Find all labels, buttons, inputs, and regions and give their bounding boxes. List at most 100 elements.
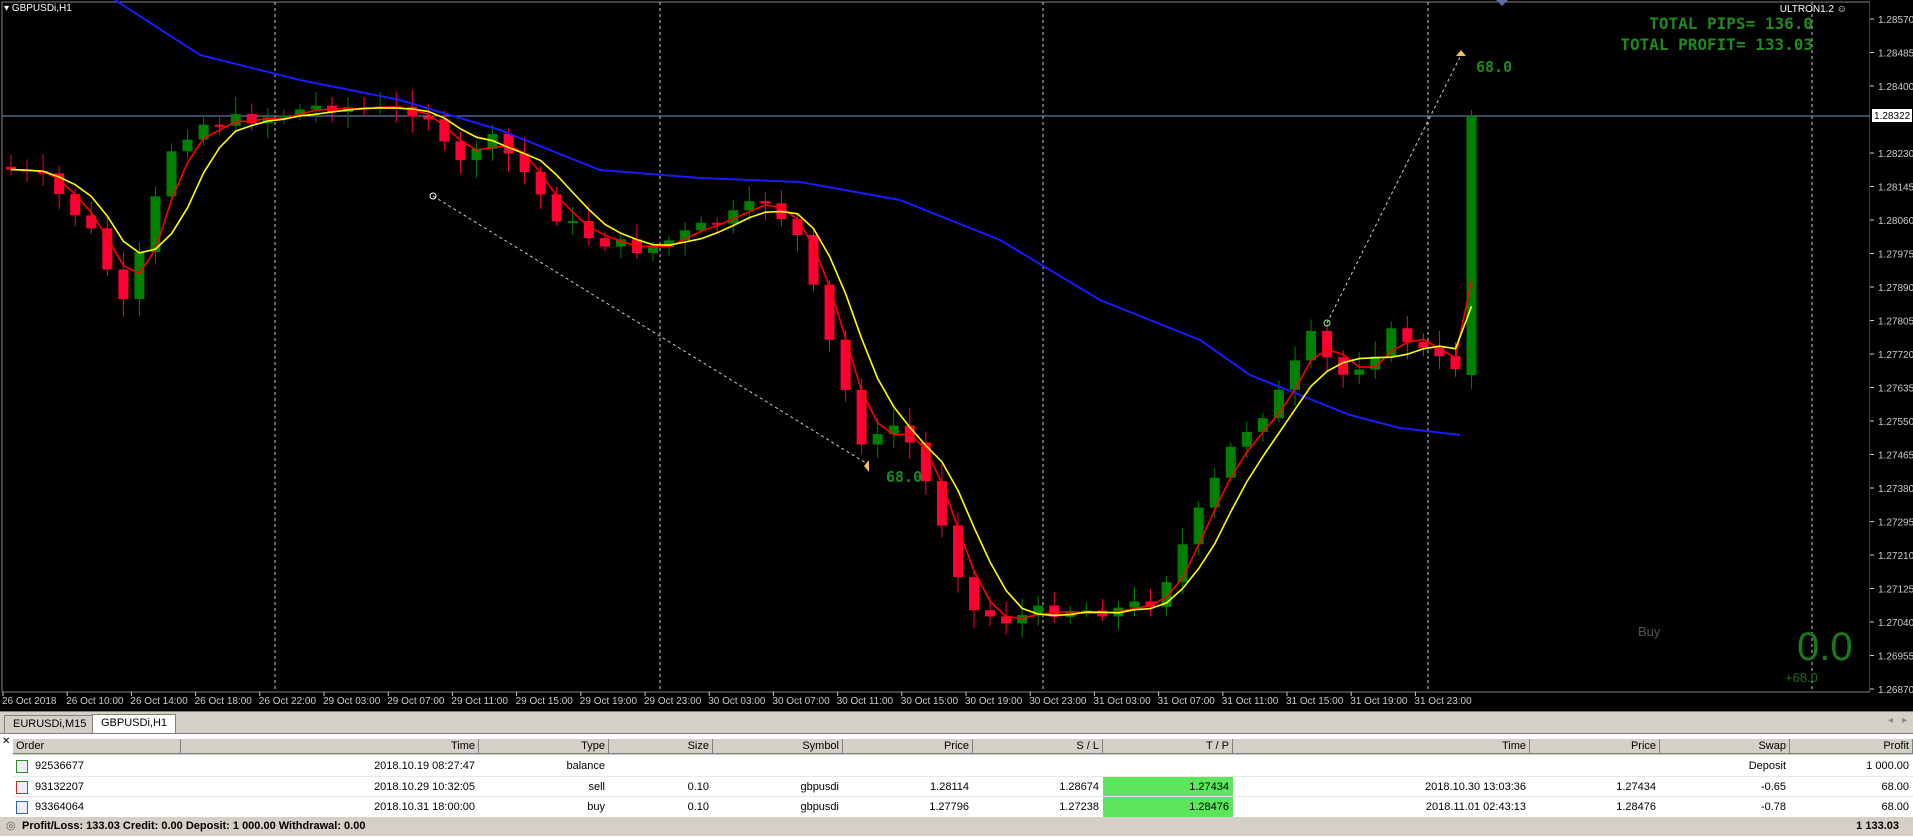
candle-body bbox=[1257, 418, 1268, 432]
tab-eurusd-m15[interactable]: EURUSDi,M15 bbox=[4, 715, 96, 733]
candle-body bbox=[760, 201, 771, 204]
tab-gbpusd-h1[interactable]: GBPUSDi,H1 bbox=[92, 714, 177, 734]
time-label: 31 Oct 03:00 bbox=[1093, 696, 1151, 707]
stop-loss: 1.27238 bbox=[1059, 801, 1099, 813]
close-time: 2018.11.01 02:43:13 bbox=[1425, 801, 1526, 813]
col-type[interactable]: Type bbox=[479, 739, 609, 754]
time-label: 26 Oct 22:00 bbox=[259, 696, 317, 707]
candle-body bbox=[1466, 116, 1477, 375]
small-value: +68.0 bbox=[1785, 670, 1818, 685]
big-value: 0.0 bbox=[1797, 625, 1853, 669]
time-label: 29 Oct 19:00 bbox=[580, 696, 638, 707]
open-time: 2018.10.19 08:27:47 bbox=[374, 760, 475, 772]
summary-text: Profit/Loss: 133.03 Credit: 0.00 Deposit… bbox=[22, 820, 366, 832]
open-price: 1.28114 bbox=[930, 781, 969, 793]
price-label: 1.27210 bbox=[1878, 551, 1913, 562]
buy-order-icon bbox=[16, 801, 28, 814]
table-row[interactable]: 93132207 2018.10.29 10:32:05 sell 0.10 g… bbox=[13, 776, 1913, 797]
terminal-summary: Profit/Loss: 133.03 Credit: 0.00 Deposit… bbox=[0, 817, 1913, 836]
moving-average-yellow bbox=[10, 107, 1473, 617]
candle-body bbox=[1241, 431, 1252, 447]
tab-scroll-right-icon[interactable]: ▸ bbox=[1902, 715, 1907, 726]
price-label: 1.27805 bbox=[1878, 317, 1913, 328]
moving-average-red bbox=[10, 106, 1473, 620]
candle-body bbox=[519, 153, 530, 173]
col-swap[interactable]: Swap bbox=[1660, 739, 1790, 754]
time-label: 30 Oct 15:00 bbox=[901, 696, 959, 707]
time-label: 29 Oct 15:00 bbox=[516, 696, 574, 707]
col-sl[interactable]: S / L bbox=[973, 739, 1103, 754]
col-price[interactable]: Price bbox=[843, 739, 973, 754]
price-label: 1.28400 bbox=[1878, 82, 1913, 93]
sell-order-icon bbox=[16, 781, 28, 794]
time-label: 30 Oct 19:00 bbox=[965, 696, 1023, 707]
current-price-label: 1.28322 bbox=[1874, 111, 1911, 122]
take-profit: 1.27434 bbox=[1103, 777, 1233, 797]
table-row[interactable]: 93364064 2018.10.31 18:00:00 buy 0.10 gb… bbox=[13, 796, 1913, 817]
table-header: Order Time Type Size Symbol Price S / L … bbox=[13, 739, 1913, 755]
time-label: 31 Oct 15:00 bbox=[1286, 696, 1344, 707]
trade-result-left: 68.0 bbox=[886, 468, 923, 486]
chart-tabs: EURUSDi,M15 GBPUSDi,H1 ◂ ▸ bbox=[0, 711, 1913, 734]
candle-body bbox=[455, 141, 466, 161]
summary-icon: ◎ bbox=[6, 820, 16, 832]
profit: 68.00 bbox=[1881, 781, 1909, 793]
chart-symbol: GBPUSDi,H1 bbox=[11, 3, 72, 14]
col-size[interactable]: Size bbox=[609, 739, 713, 754]
col-order[interactable]: Order bbox=[13, 739, 181, 754]
trade-line-sell bbox=[432, 195, 870, 466]
balance-icon bbox=[16, 760, 28, 773]
time-label: 30 Oct 07:00 bbox=[772, 696, 830, 707]
chart-title: ▾ GBPUSDi,H1 bbox=[4, 3, 72, 14]
price-label: 1.28570 bbox=[1878, 15, 1913, 26]
time-label: 29 Oct 03:00 bbox=[323, 696, 381, 707]
col-close-time[interactable]: Time bbox=[1233, 739, 1530, 754]
time-label: 30 Oct 11:00 bbox=[837, 696, 894, 707]
open-time: 2018.10.29 10:32:05 bbox=[374, 781, 475, 793]
candle-body bbox=[1322, 330, 1333, 358]
col-symbol[interactable]: Symbol bbox=[713, 739, 843, 754]
col-time[interactable]: Time bbox=[181, 739, 479, 754]
tab-scroll-left-icon[interactable]: ◂ bbox=[1888, 715, 1893, 726]
symbol: gbpusdi bbox=[800, 781, 839, 793]
col-close-price[interactable]: Price bbox=[1530, 739, 1660, 754]
trade-line-buy bbox=[1326, 54, 1462, 324]
candle-body bbox=[150, 196, 161, 253]
candle-body bbox=[744, 201, 755, 211]
candle-body bbox=[969, 577, 979, 611]
chart-canvas[interactable]: 1.28570 1.28485 1.28400 1.28230 1.28145 1.280… bbox=[0, 0, 1913, 711]
price-label: 1.27040 bbox=[1878, 618, 1913, 629]
take-profit: 1.28476 bbox=[1103, 797, 1233, 817]
candle-body bbox=[952, 525, 963, 578]
swap: -0.78 bbox=[1760, 801, 1786, 813]
close-icon[interactable]: ✕ bbox=[2, 736, 10, 747]
profit: 1 000.00 bbox=[1866, 760, 1909, 772]
candle-body bbox=[1017, 615, 1028, 624]
candle-body bbox=[214, 124, 225, 127]
candle-body bbox=[182, 139, 193, 152]
price-label: 1.27975 bbox=[1878, 250, 1913, 261]
close-price: 1.28476 bbox=[1616, 801, 1656, 813]
chart-frame bbox=[1, 1, 1871, 693]
candle-body bbox=[1290, 360, 1300, 390]
col-tp[interactable]: T / P bbox=[1103, 739, 1233, 754]
candle-body bbox=[310, 105, 321, 110]
time-label: 26 Oct 2018 bbox=[2, 696, 57, 707]
price-label: 1.27890 bbox=[1878, 283, 1913, 294]
close-price: 1.27434 bbox=[1616, 781, 1656, 793]
candle-body bbox=[1354, 369, 1365, 375]
price-label: 1.28060 bbox=[1878, 216, 1913, 227]
table-row[interactable]: 92536677 2018.10.19 08:27:47 balance Dep… bbox=[13, 756, 1913, 776]
stop-loss: 1.28674 bbox=[1059, 781, 1099, 793]
price-chart[interactable]: 1.28570 1.28485 1.28400 1.28230 1.28145 1.280… bbox=[0, 0, 1913, 711]
time-label: 26 Oct 14:00 bbox=[130, 696, 188, 707]
col-profit[interactable]: Profit bbox=[1790, 739, 1913, 754]
candle-body bbox=[1418, 342, 1429, 348]
price-label: 1.28230 bbox=[1878, 149, 1913, 160]
swap: Deposit bbox=[1748, 760, 1786, 772]
candle-body bbox=[102, 228, 113, 270]
candle-body bbox=[872, 434, 883, 445]
open-time: 2018.10.31 18:00:00 bbox=[374, 801, 475, 813]
trade-close-marker bbox=[864, 460, 869, 472]
price-label: 1.28145 bbox=[1878, 183, 1913, 194]
